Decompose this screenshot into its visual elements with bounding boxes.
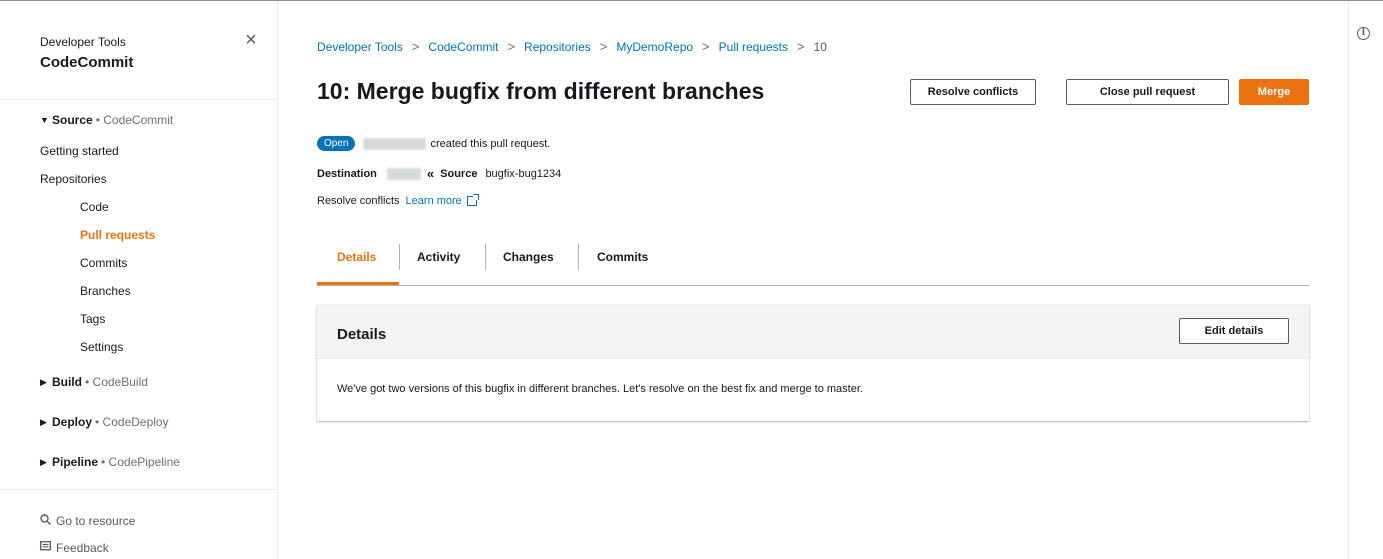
source-branch: bugfix-bug1234 — [485, 167, 562, 180]
sidebar-service-group[interactable]: Developer Tools — [40, 35, 133, 49]
tab-details[interactable]: Details — [337, 250, 376, 264]
section-label: Build — [52, 375, 82, 389]
section-service: • CodeDeploy — [95, 415, 169, 429]
sidebar-divider — [0, 99, 277, 100]
sidebar-item-getting-started[interactable]: Getting started — [40, 143, 119, 159]
chevron-right-icon: > — [797, 39, 805, 54]
breadcrumb-developer-tools[interactable]: Developer Tools — [317, 40, 403, 54]
resolve-info: Resolve conflicts Learn more — [317, 194, 479, 207]
side-navigation: Developer Tools CodeCommit × ▼ Source • … — [0, 1, 278, 559]
chevron-right-icon: > — [507, 39, 516, 54]
caret-right-icon: ▶ — [40, 376, 47, 387]
sidebar-section-build[interactable]: ▶ Build • CodeBuild — [40, 374, 148, 390]
breadcrumb-codecommit[interactable]: CodeCommit — [428, 40, 498, 54]
sidebar-item-code[interactable]: Code — [80, 199, 109, 215]
details-panel-header: Details Edit details — [317, 305, 1309, 359]
close-icon[interactable]: × — [242, 30, 260, 50]
sidebar-item-repositories[interactable]: Repositories — [40, 171, 107, 187]
caret-down-icon: ▼ — [40, 115, 49, 125]
caret-right-icon: ▶ — [40, 456, 47, 467]
pull-request-description: We've got two versions of this bugfix in… — [337, 383, 863, 395]
double-chevron-left-icon: « — [426, 166, 435, 181]
status-badge: Open — [317, 136, 356, 151]
edit-details-button[interactable]: Edit details — [1179, 318, 1289, 344]
info-icon[interactable]: i — [1357, 27, 1370, 40]
tab-activity[interactable]: Activity — [417, 250, 460, 264]
chevron-right-icon: > — [411, 39, 420, 54]
go-to-resource-link[interactable]: Go to resource — [40, 513, 135, 529]
pull-request-status: Open created this pull request. — [317, 136, 550, 151]
help-panel-strip — [1348, 1, 1383, 559]
section-label: Deploy — [52, 415, 93, 429]
tab-changes[interactable]: Changes — [503, 250, 554, 264]
destination-label: Destination — [317, 167, 377, 180]
sidebar-item-settings[interactable]: Settings — [80, 339, 123, 355]
close-pull-request-button[interactable]: Close pull request — [1066, 79, 1229, 105]
page-title: 10: Merge bugfix from different branches — [317, 78, 765, 104]
caret-right-icon: ▶ — [40, 416, 47, 427]
tab-divider — [485, 244, 486, 270]
tab-commits[interactable]: Commits — [597, 250, 648, 264]
details-panel: Details Edit details We've got two versi… — [317, 305, 1309, 421]
breadcrumb-repositories[interactable]: Repositories — [524, 40, 591, 54]
sidebar-service-name[interactable]: CodeCommit — [40, 54, 133, 71]
sidebar-divider — [0, 489, 277, 490]
source-label: Source — [440, 167, 478, 180]
feedback-link[interactable]: Feedback — [40, 540, 109, 556]
breadcrumb: Developer Tools > CodeCommit > Repositor… — [317, 39, 827, 54]
sidebar-item-commits[interactable]: Commits — [80, 255, 127, 271]
section-label: Source — [52, 113, 93, 127]
section-service: • CodePipeline — [101, 455, 180, 469]
learn-more-link[interactable]: Learn more — [406, 195, 462, 207]
breadcrumb-current: 10 — [813, 39, 827, 54]
tab-divider — [399, 244, 400, 270]
resolve-conflicts-button[interactable]: Resolve conflicts — [910, 79, 1036, 105]
merge-button[interactable]: Merge — [1239, 79, 1309, 105]
breadcrumb-repo[interactable]: MyDemoRepo — [616, 40, 693, 54]
sidebar-item-branches[interactable]: Branches — [80, 283, 131, 299]
section-service: • CodeBuild — [85, 375, 148, 389]
details-panel-title: Details — [337, 326, 387, 343]
chevron-right-icon: > — [702, 39, 710, 54]
section-label: Pipeline — [52, 455, 99, 469]
branch-info: Destination « Source bugfix-bug1234 — [317, 166, 561, 181]
tab-list: Details Activity Changes Commits — [317, 240, 1309, 286]
redacted-author — [363, 137, 427, 150]
external-link-icon[interactable] — [466, 194, 479, 206]
sidebar-item-tags[interactable]: Tags — [80, 311, 105, 327]
sidebar-header: Developer Tools CodeCommit — [40, 35, 133, 71]
chevron-right-icon: > — [599, 39, 608, 54]
sidebar-section-pipeline[interactable]: ▶ Pipeline • CodePipeline — [40, 454, 180, 470]
sidebar-section-source[interactable]: ▼ Source • CodeCommit — [40, 112, 173, 128]
sidebar-section-deploy[interactable]: ▶ Deploy • CodeDeploy — [40, 414, 169, 430]
breadcrumb-pull-requests[interactable]: Pull requests — [719, 40, 788, 54]
feedback-label: Feedback — [56, 541, 109, 555]
resolve-conflicts-text: Resolve conflicts — [317, 195, 400, 207]
section-service: • CodeCommit — [95, 113, 174, 127]
search-icon — [40, 514, 56, 528]
redacted-destination-branch — [386, 167, 421, 180]
sidebar-item-pull-requests[interactable]: Pull requests — [80, 227, 155, 243]
feedback-icon — [40, 541, 56, 555]
go-to-resource-label: Go to resource — [56, 514, 136, 528]
created-text: created this pull request. — [430, 137, 551, 150]
tab-divider — [578, 244, 579, 270]
active-tab-indicator — [317, 282, 399, 285]
